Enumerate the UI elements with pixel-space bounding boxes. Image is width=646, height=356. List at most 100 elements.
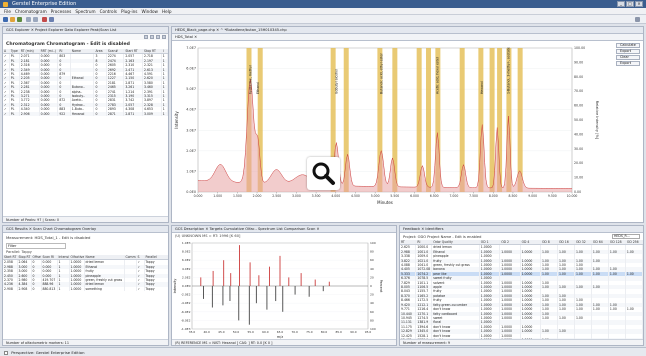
y-tick-label: -8.0E2 [181, 318, 191, 322]
table-cell: 880.813 [41, 286, 58, 292]
menu-help[interactable]: Help [162, 8, 172, 14]
project-combo[interactable]: HEDS_R... [612, 234, 640, 239]
x-tick-label: 9.000 [528, 194, 537, 198]
peak-label: Acetic acid, hexyl ester [435, 56, 439, 94]
clear-button[interactable]: Clear [616, 55, 640, 60]
panel-title: Measurement: HDS_Total_1 - Edit is disab… [6, 235, 91, 240]
minimize-button[interactable]: _ [617, 1, 625, 7]
column-header[interactable]: Offset [31, 255, 42, 261]
panel-tabs[interactable]: Feedback ✕ Identifiers [400, 226, 643, 233]
redo-icon[interactable] [33, 17, 38, 22]
results-table: Start RTStop RTOffsetScan RIIntensityOlf… [3, 255, 168, 292]
y-tick-label: 8.0E2 [182, 250, 191, 254]
x-tick-label: 7.500 [469, 194, 478, 198]
table-cell: 2871 [106, 111, 125, 117]
x-tick-label: 60.0 [262, 330, 269, 334]
column-header[interactable]: RRT (mi..) [39, 49, 59, 55]
editor-tabs[interactable]: HEDS_Black_page.chp ✕ ^ *Butadiene/butan… [172, 27, 643, 34]
magnifier-overlay[interactable] [307, 157, 340, 190]
refresh-icon[interactable] [144, 35, 148, 39]
spectrum-title: (U) UNKNOWN MS = RT: 1996 [K 60] [175, 234, 241, 238]
column-header[interactable]: Olfactive [69, 255, 85, 261]
table-cell: 0 [93, 111, 107, 117]
table-cell: ✓ [136, 286, 145, 292]
x-tick-label: 8.500 [509, 194, 518, 198]
column-header[interactable]: Comm. [124, 255, 137, 261]
table-cell: 2.871 [123, 111, 144, 117]
x-tick-label: 45.0 [218, 330, 225, 334]
y-tick-label: 1.0E3 [182, 241, 191, 245]
column-header[interactable]: Stop RT [17, 255, 32, 261]
chart-icon[interactable] [42, 17, 47, 22]
chromatogram-chart[interactable]: hydrazine, methyl Ethanol Isobutyl alcohol… [172, 42, 643, 223]
menu-spectrum[interactable]: Spectrum [75, 8, 95, 14]
x-tick-label: 6.000 [410, 194, 419, 198]
y-tick-label: 3.0E7 [186, 128, 196, 132]
settings-icon[interactable] [49, 17, 54, 22]
y-right-tick-label: 100.00 [574, 46, 585, 50]
x-tick-label: 1.500 [233, 194, 242, 198]
table-cell: 2.906 [19, 111, 40, 117]
x-tick-label: 80.0 [321, 330, 328, 334]
export-button[interactable]: Export [616, 49, 640, 54]
retention-band [517, 48, 523, 192]
calculate-button[interactable]: Calculate [616, 43, 640, 48]
y-right-axis-label: Percent [379, 280, 383, 293]
mirror-spectrum-chart[interactable]: 1.0E3 8.0E2 6.0E2 4.0E2 2.0E2 0.0E0 -2.0E2 -4.0… [172, 239, 396, 339]
export-button-2[interactable]: Export [616, 61, 640, 66]
y-right-tick-label: 20.00 [574, 161, 583, 165]
new-icon[interactable] [3, 17, 8, 22]
x-tick-label: 65.0 [277, 330, 284, 334]
perspective-icon[interactable] [635, 17, 640, 22]
open-icon[interactable] [10, 17, 15, 22]
y-right-tick-label: 60 [370, 258, 374, 262]
peak-label: 1-Butanol, 3-methyl-, acetate [506, 47, 510, 94]
undo-icon[interactable] [26, 17, 31, 22]
menu-window[interactable]: Window [141, 8, 158, 14]
menu-chromatogram[interactable]: Chromatogram [15, 8, 47, 14]
perspective-icon[interactable] [4, 351, 8, 355]
panel-footer: Number of Peaks: 97 | Scans: 0 [3, 216, 168, 222]
menu-plugins[interactable]: Plug-ins [121, 8, 138, 14]
x-tick-label: 90.0 [350, 330, 357, 334]
minimize-icon[interactable] [156, 35, 160, 39]
maximize-button[interactable]: □ [626, 1, 634, 7]
x-tick-label: 35.0 [189, 330, 196, 334]
save-icon[interactable] [17, 17, 22, 22]
menu-icon[interactable] [150, 35, 154, 39]
x-tick-label: 8.000 [489, 194, 498, 198]
menu-processes[interactable]: Processes [51, 8, 72, 14]
table-row[interactable]: 2.908 2.908 0 880.813 1 1.0000 something ✓ Tappy [3, 286, 168, 292]
x-tick-label: 50.0 [233, 330, 240, 334]
chart-tabs[interactable]: HDS_Total ✕ [172, 34, 643, 41]
column-header[interactable]: Type [9, 49, 20, 55]
chromatogram-panel: HEDS_Black_page.chp ✕ ^ *Butadiene/butan… [171, 26, 644, 223]
table-cell: Hexanol [70, 111, 95, 117]
x-tick-label: 5.000 [371, 194, 380, 198]
filter-input[interactable]: Filter [6, 243, 66, 249]
x-tick-label: 10.000 [567, 194, 578, 198]
y-right-tick-label: 40.00 [574, 132, 583, 136]
close-button[interactable]: × [635, 1, 643, 7]
panel-tabs[interactable]: GCS Results ✕ Scan Chart Chromatogram Ov… [3, 226, 168, 233]
retention-band [489, 48, 495, 192]
x-tick-label: 0.000 [194, 194, 203, 198]
x-tick-label: 2.000 [253, 194, 262, 198]
table-cell: 2.908 [17, 286, 32, 292]
y-right-tick-label: 80 [370, 318, 374, 322]
table-row[interactable]: ✓ PL 2.906 0.000 922 Hexanol 0 2871 2.871 3.009 1 [3, 111, 168, 117]
x-tick-label: 5.500 [390, 194, 399, 198]
panel-tabs[interactable]: GCS Description ✕ Targets Cumulative Olf… [172, 226, 396, 233]
menu-bar: File Chromatogram Processes Spectrum Con… [0, 8, 646, 15]
y-right-tick-label: 10.00 [574, 176, 583, 180]
column-header[interactable]: Start RT [3, 255, 18, 261]
spectrum-panel: GCS Description ✕ Targets Cumulative Olf… [171, 225, 397, 346]
y-tick-label: -4.0E2 [181, 301, 191, 305]
column-header[interactable]: Intensity [57, 255, 70, 261]
panel-tabs[interactable]: GCS Explorer ✕ Project Explorer Data Exp… [3, 27, 168, 34]
menu-controls[interactable]: Controls [100, 8, 117, 14]
menu-file[interactable]: File [4, 8, 11, 14]
status-bar: Perspective: Gerstel Enterprise Edition [0, 347, 646, 356]
maximize-icon[interactable] [162, 35, 166, 39]
y-tick-label: 6.0E2 [182, 258, 191, 262]
